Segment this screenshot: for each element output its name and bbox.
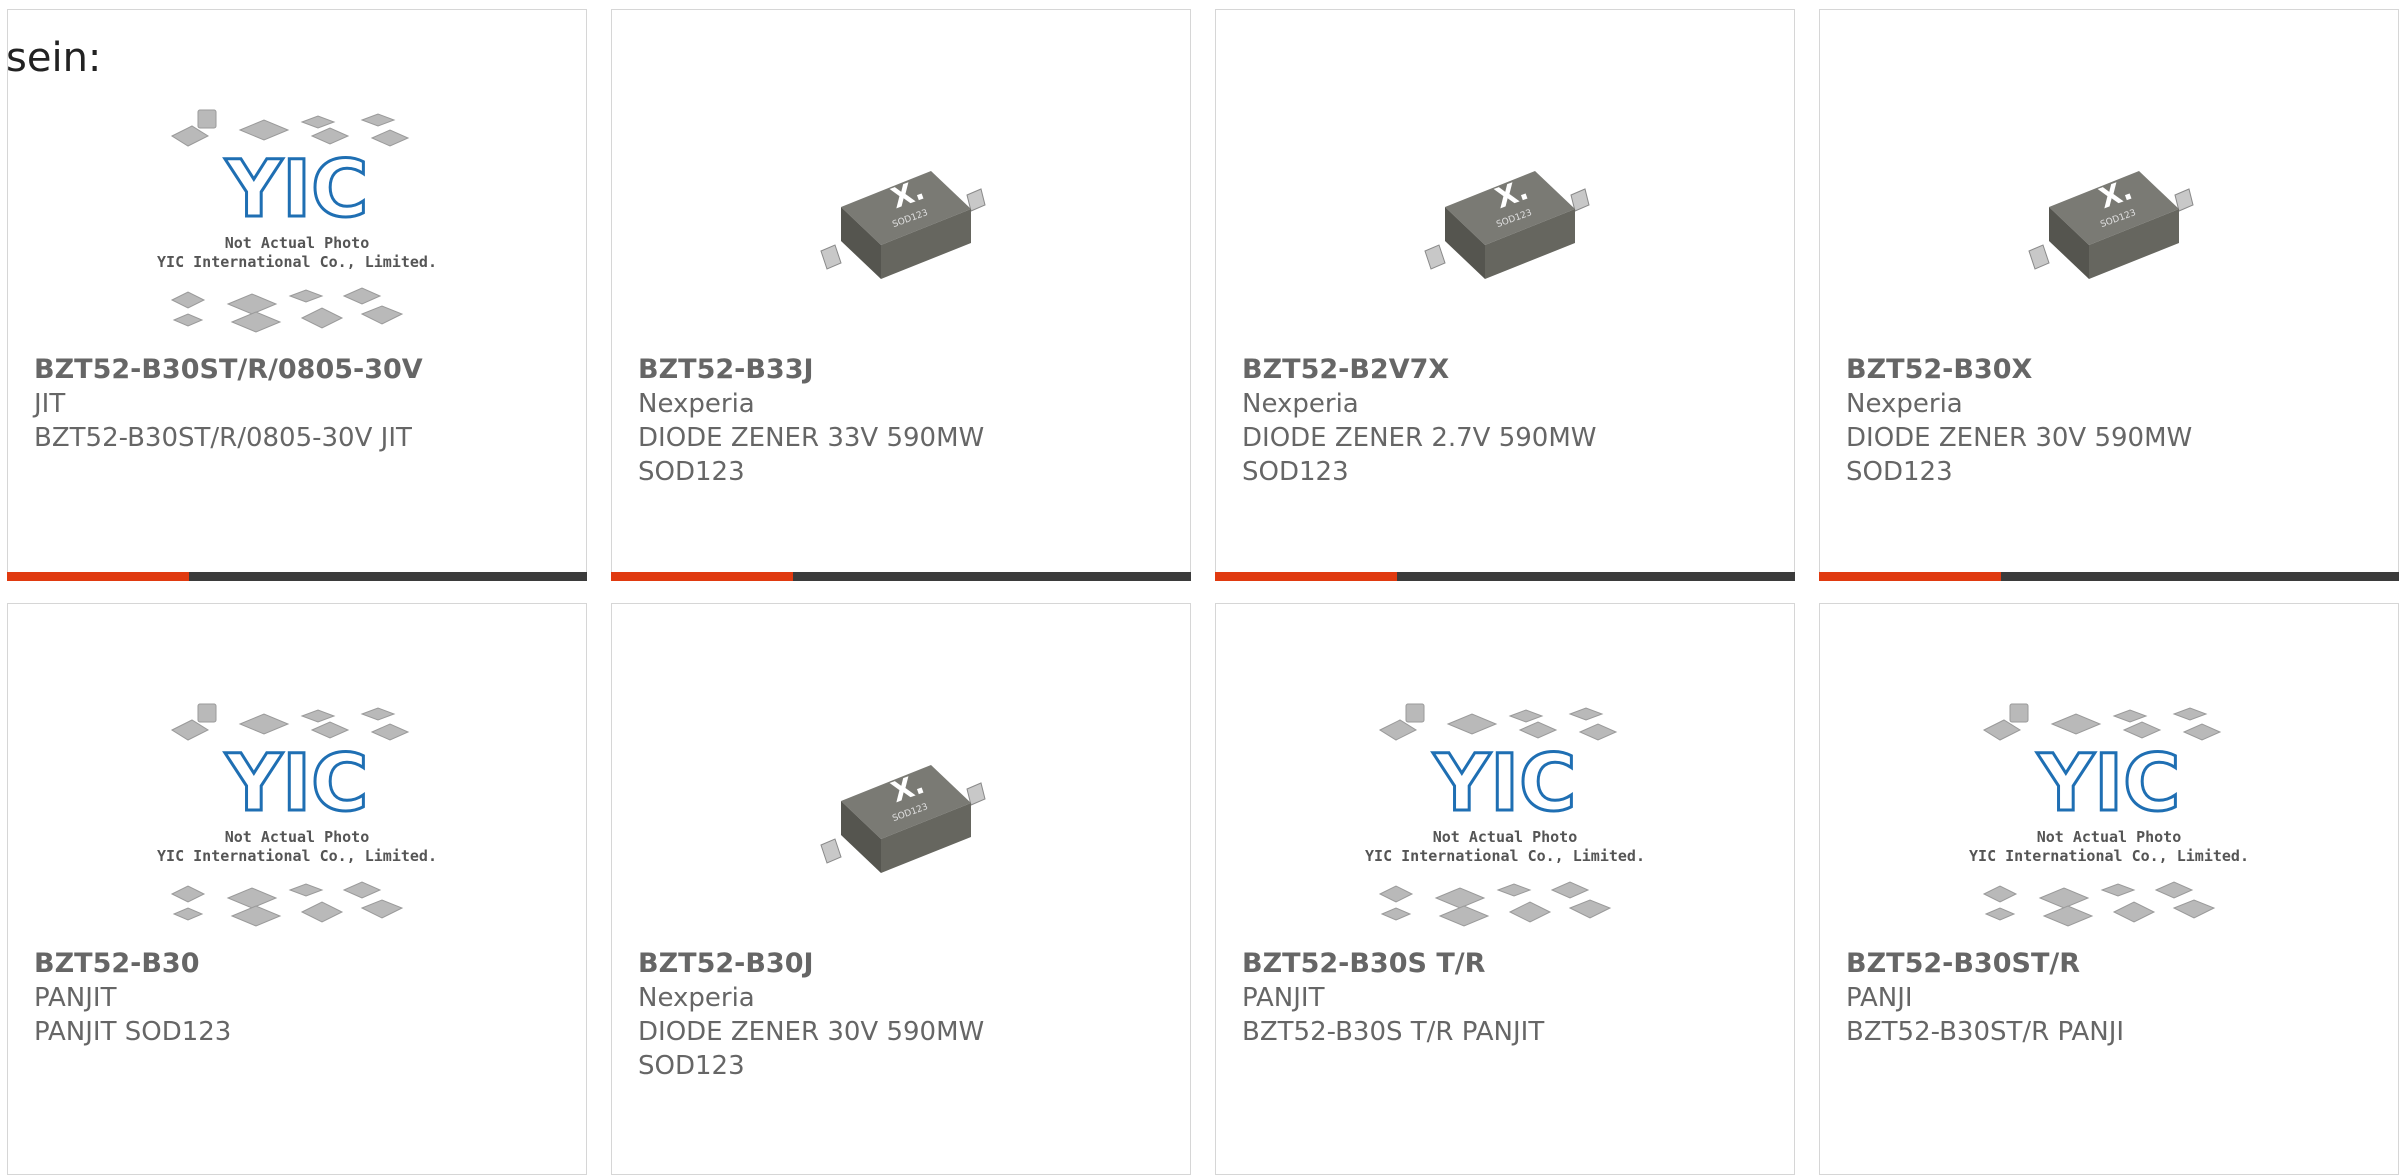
- placeholder-caption-2: YIC International Co., Limited.: [1365, 847, 1645, 865]
- description: BZT52-B30S T/R PANJIT: [1242, 1017, 1545, 1047]
- product-image[interactable]: YIC Not Actual Photo YIC International C…: [1216, 694, 1794, 944]
- part-number[interactable]: BZT52-B30J: [638, 947, 1170, 981]
- yic-logo: YIC: [1433, 739, 1577, 829]
- product-card[interactable]: YIC Not Actual Photo YIC International C…: [7, 9, 587, 581]
- product-image[interactable]: YIC Not Actual Photo YIC International C…: [1820, 694, 2398, 944]
- sod123-chip-icon: X. SOD123: [820, 171, 986, 279]
- card-accent-bar: [1215, 572, 1397, 581]
- yic-placeholder-icon: YIC Not Actual Photo YIC International C…: [157, 109, 437, 333]
- yic-placeholder-icon: YIC Not Actual Photo YIC International C…: [1969, 703, 2249, 927]
- part-number[interactable]: BZT52-B30ST/R/0805-30V: [34, 353, 566, 387]
- placeholder-caption-1: Not Actual Photo: [225, 828, 370, 846]
- sod123-chip-icon: X. SOD123: [2028, 171, 2194, 279]
- description-line2: SOD123: [1846, 457, 1953, 487]
- product-card[interactable]: X. SOD123 BZT52-B33J Nexperia DIODE ZENE…: [611, 9, 1191, 581]
- yic-logo: YIC: [225, 739, 369, 829]
- description: DIODE ZENER 33V 590MW: [638, 423, 985, 453]
- card-bottom-bar: [7, 572, 587, 581]
- product-card[interactable]: YIC Not Actual Photo YIC International C…: [1215, 603, 1795, 1175]
- description-line2: SOD123: [1242, 457, 1349, 487]
- card-accent-bar: [1819, 572, 2001, 581]
- product-image[interactable]: YIC Not Actual Photo YIC International C…: [8, 100, 586, 350]
- part-number[interactable]: BZT52-B30ST/R: [1846, 947, 2378, 981]
- manufacturer: Nexperia: [638, 983, 755, 1013]
- card-bottom-bar: [611, 572, 1191, 581]
- yic-logo: YIC: [2037, 739, 2181, 829]
- manufacturer: PANJIT: [34, 983, 117, 1013]
- sod123-chip-icon: X. SOD123: [1424, 171, 1590, 279]
- product-grid: YIC Not Actual Photo YIC International C…: [7, 9, 2400, 1175]
- sod123-chip-icon: X. SOD123: [820, 765, 986, 873]
- manufacturer: Nexperia: [1846, 389, 1963, 419]
- description: DIODE ZENER 2.7V 590MW: [1242, 423, 1597, 453]
- product-card[interactable]: X. SOD123 BZT52-B30J Nexperia DIODE ZENE…: [611, 603, 1191, 1175]
- part-number[interactable]: BZT52-B30X: [1846, 353, 2378, 387]
- description-line2: SOD123: [638, 1051, 745, 1081]
- part-number[interactable]: BZT52-B30: [34, 947, 566, 981]
- placeholder-caption-1: Not Actual Photo: [225, 234, 370, 252]
- part-number[interactable]: BZT52-B33J: [638, 353, 1170, 387]
- placeholder-caption-1: Not Actual Photo: [2037, 828, 2182, 846]
- yic-logo: YIC: [225, 145, 369, 235]
- description: DIODE ZENER 30V 590MW: [1846, 423, 2193, 453]
- product-image[interactable]: YIC Not Actual Photo YIC International C…: [8, 694, 586, 944]
- card-accent-bar: [7, 572, 189, 581]
- product-image[interactable]: X. SOD123: [612, 694, 1190, 944]
- placeholder-caption-1: Not Actual Photo: [1433, 828, 1578, 846]
- manufacturer: Nexperia: [638, 389, 755, 419]
- product-card[interactable]: YIC Not Actual Photo YIC International C…: [7, 603, 587, 1175]
- placeholder-caption-2: YIC International Co., Limited.: [1969, 847, 2249, 865]
- yic-placeholder-icon: YIC Not Actual Photo YIC International C…: [157, 703, 437, 927]
- product-image[interactable]: X. SOD123: [612, 100, 1190, 350]
- placeholder-caption-2: YIC International Co., Limited.: [157, 253, 437, 271]
- product-card[interactable]: YIC Not Actual Photo YIC International C…: [1819, 603, 2399, 1175]
- intro-text: sein:: [6, 35, 102, 81]
- product-card[interactable]: X. SOD123 BZT52-B2V7X Nexperia DIODE ZEN…: [1215, 9, 1795, 581]
- manufacturer: JIT: [34, 389, 66, 419]
- manufacturer: Nexperia: [1242, 389, 1359, 419]
- manufacturer: PANJIT: [1242, 983, 1325, 1013]
- placeholder-caption-2: YIC International Co., Limited.: [157, 847, 437, 865]
- product-card[interactable]: X. SOD123 BZT52-B30X Nexperia DIODE ZENE…: [1819, 9, 2399, 581]
- description-line2: SOD123: [638, 457, 745, 487]
- card-bottom-bar: [1819, 572, 2399, 581]
- description: BZT52-B30ST/R PANJI: [1846, 1017, 2125, 1047]
- manufacturer: PANJI: [1846, 983, 1913, 1013]
- description: DIODE ZENER 30V 590MW: [638, 1017, 985, 1047]
- product-image[interactable]: X. SOD123: [1820, 100, 2398, 350]
- card-accent-bar: [611, 572, 793, 581]
- part-number[interactable]: BZT52-B2V7X: [1242, 353, 1774, 387]
- description: BZT52-B30ST/R/0805-30V JIT: [34, 423, 412, 453]
- yic-placeholder-icon: YIC Not Actual Photo YIC International C…: [1365, 703, 1645, 927]
- product-image[interactable]: X. SOD123: [1216, 100, 1794, 350]
- card-bottom-bar: [1215, 572, 1795, 581]
- part-number[interactable]: BZT52-B30S T/R: [1242, 947, 1774, 981]
- description: PANJIT SOD123: [34, 1017, 232, 1047]
